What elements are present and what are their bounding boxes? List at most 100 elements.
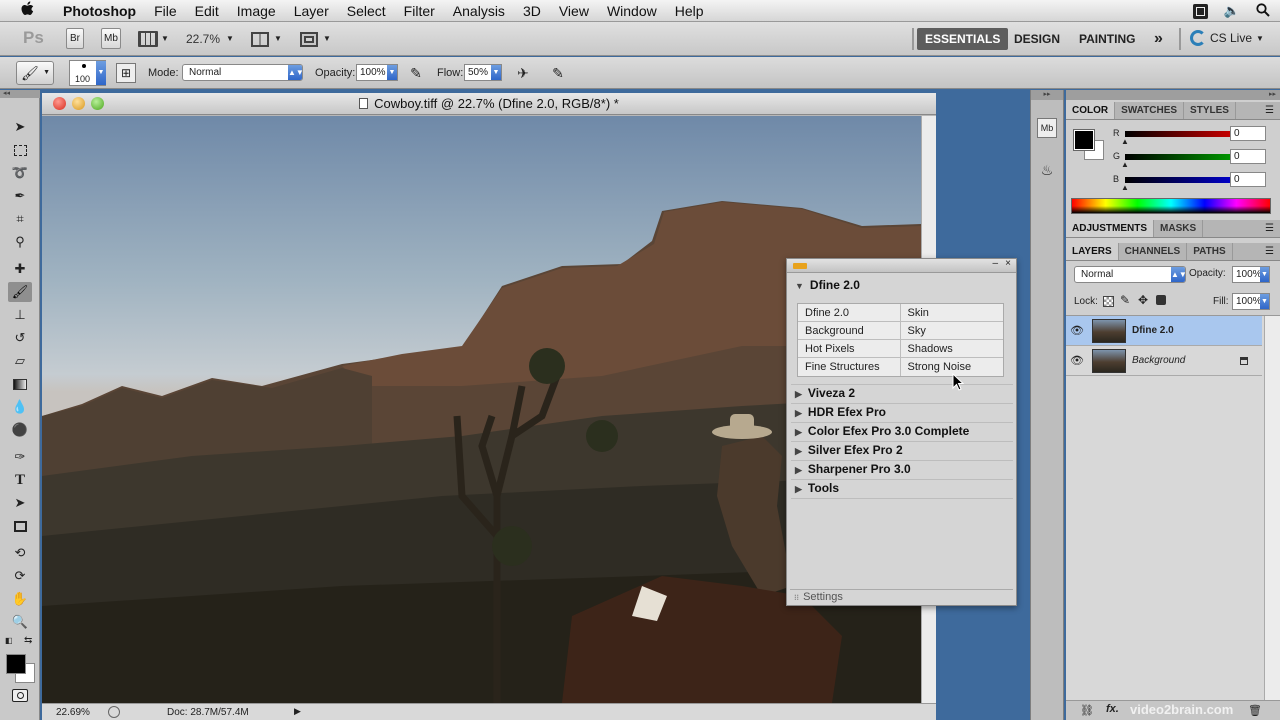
slider-handle-icon[interactable]: ▲ xyxy=(1121,160,1129,169)
tool-preset-picker[interactable]: 🖌 ▼ xyxy=(16,61,54,85)
brush-preset-picker[interactable]: 100 ▼ xyxy=(69,60,106,86)
chevron-down-icon[interactable]: ▼ xyxy=(274,34,282,43)
menu-edit[interactable]: Edit xyxy=(186,0,228,22)
layer-row-dfine[interactable]: 👁 Dfine 2.0 xyxy=(1066,316,1262,346)
dfine-option-button[interactable]: Background xyxy=(798,322,901,339)
path-selection-tool-icon[interactable]: ➤ xyxy=(8,493,32,513)
section-sharpener[interactable]: ▶ Sharpener Pro 3.0 xyxy=(795,462,911,476)
bridge-button[interactable]: Br xyxy=(66,28,84,49)
menu-select[interactable]: Select xyxy=(338,0,395,22)
panel-menu-icon[interactable]: ☰ xyxy=(1265,220,1280,237)
section-silver-efex[interactable]: ▶ Silver Efex Pro 2 xyxy=(795,443,903,457)
eraser-tool-icon[interactable]: ▱ xyxy=(8,351,32,371)
tablet-pressure-opacity-icon[interactable]: ✎ xyxy=(406,63,426,83)
marquee-tool-icon[interactable] xyxy=(8,140,32,160)
tab-paths[interactable]: PATHS xyxy=(1187,243,1233,260)
visibility-eye-icon[interactable]: 👁 xyxy=(1066,354,1088,367)
menu-window[interactable]: Window xyxy=(598,0,666,22)
tab-adjustments[interactable]: ADJUSTMENTS xyxy=(1066,220,1155,237)
delete-layer-icon[interactable]: 🗑 xyxy=(1248,704,1262,717)
mini-bridge-button[interactable]: Mb xyxy=(101,28,121,49)
chevron-down-icon[interactable]: ▼ xyxy=(161,34,169,43)
rectangle-tool-icon[interactable] xyxy=(8,516,32,536)
airbrush-icon[interactable]: ✈ xyxy=(513,63,533,83)
dfine-option-button[interactable]: Dfine 2.0 xyxy=(798,304,901,321)
panel-titlebar[interactable]: – × xyxy=(787,258,1016,273)
pen-tool-icon[interactable]: ✑ xyxy=(8,447,32,467)
flow-field[interactable]: 50% ▼ xyxy=(464,64,502,81)
workspace-painting[interactable]: PAINTING xyxy=(1071,28,1143,50)
panel-menu-icon[interactable]: ☰ xyxy=(1265,102,1280,119)
zoom-percentage-field[interactable]: 22.69% xyxy=(56,707,90,718)
spotlight-search-icon[interactable] xyxy=(1256,2,1270,20)
gradient-tool-icon[interactable] xyxy=(8,374,32,394)
layer-row-background[interactable]: 👁 Background xyxy=(1066,346,1262,376)
tools-panel-header[interactable]: ◂◂ xyxy=(0,90,40,98)
menu-photoshop[interactable]: Photoshop xyxy=(54,0,145,22)
red-value-field[interactable]: 0 xyxy=(1230,126,1266,141)
layer-opacity-field[interactable]: 100% ▼ xyxy=(1232,266,1270,283)
menu-image[interactable]: Image xyxy=(228,0,285,22)
dfine-option-button[interactable]: Skin xyxy=(901,304,1004,321)
mode-select[interactable]: Normal ▲▼ xyxy=(182,64,304,81)
tab-styles[interactable]: STYLES xyxy=(1184,102,1236,119)
settings-button[interactable]: Settings xyxy=(803,591,843,603)
dodge-tool-icon[interactable]: ⚫ xyxy=(8,420,32,440)
tab-swatches[interactable]: SWATCHES xyxy=(1115,102,1185,119)
menu-view[interactable]: View xyxy=(550,0,598,22)
workspace-essentials[interactable]: ESSENTIALS xyxy=(917,28,1009,50)
menu-layer[interactable]: Layer xyxy=(285,0,338,22)
type-tool-icon[interactable]: T xyxy=(8,470,32,490)
color-fg-swatch[interactable] xyxy=(1073,129,1095,151)
history-panel-icon[interactable]: ♨ xyxy=(1037,162,1057,182)
layers-scrollbar[interactable] xyxy=(1264,316,1280,701)
lasso-tool-icon[interactable]: ➰ xyxy=(8,163,32,183)
workspace-overflow-button[interactable]: » xyxy=(1146,28,1171,50)
brush-tool-icon[interactable]: 🖌 xyxy=(8,282,32,302)
link-layers-icon[interactable]: ⛓ xyxy=(1080,704,1094,717)
green-value-field[interactable]: 0 xyxy=(1230,149,1266,164)
arrange-documents-icon[interactable] xyxy=(251,32,269,47)
section-hdr-efex[interactable]: ▶ HDR Efex Pro xyxy=(795,405,886,419)
cs-live-button[interactable]: CS Live ▼ xyxy=(1190,30,1264,46)
layer-style-icon[interactable]: fx. xyxy=(1106,703,1119,715)
fill-field[interactable]: 100% ▼ xyxy=(1232,293,1270,310)
tablet-pressure-size-icon[interactable]: ✎ xyxy=(548,63,568,83)
zoom-tool-icon[interactable]: 🔍 xyxy=(8,612,32,632)
dfine-option-button[interactable]: Sky xyxy=(901,322,1004,339)
section-dfine-header[interactable]: ▼ Dfine 2.0 xyxy=(795,278,860,292)
slider-handle-icon[interactable]: ▲ xyxy=(1121,183,1129,192)
lock-position-icon[interactable]: ✥ xyxy=(1138,293,1148,307)
blend-mode-select[interactable]: Normal ▲▼ xyxy=(1074,266,1187,283)
foreground-color-swatch[interactable] xyxy=(6,654,26,674)
quick-mask-icon[interactable] xyxy=(12,689,28,702)
lock-image-icon[interactable]: ✎ xyxy=(1120,293,1130,307)
spectrum-ramp[interactable] xyxy=(1071,198,1271,214)
grid-menu-icon[interactable] xyxy=(1192,3,1208,19)
healing-brush-tool-icon[interactable]: ✚ xyxy=(8,259,32,279)
section-viveza[interactable]: ▶ Viveza 2 xyxy=(795,386,855,400)
view-extras-button[interactable] xyxy=(138,31,158,47)
crop-tool-icon[interactable]: ⌗ xyxy=(8,209,32,229)
history-brush-tool-icon[interactable]: ↺ xyxy=(8,328,32,348)
screen-mode-icon[interactable] xyxy=(300,32,318,47)
volume-icon[interactable]: 🔈 xyxy=(1224,3,1240,19)
tab-channels[interactable]: CHANNELS xyxy=(1119,243,1188,260)
blur-tool-icon[interactable]: 💧 xyxy=(8,397,32,417)
chevron-down-icon[interactable]: ▼ xyxy=(323,34,331,43)
hand-tool-icon[interactable]: ✋ xyxy=(8,589,32,609)
menu-help[interactable]: Help xyxy=(666,0,713,22)
close-panel-icon[interactable]: × xyxy=(1005,258,1011,269)
3d-orbit-tool-icon[interactable]: ⟳ xyxy=(8,566,32,586)
clone-stamp-tool-icon[interactable]: ⊥ xyxy=(8,305,32,325)
eyedropper-tool-icon[interactable]: ⚲ xyxy=(8,232,32,252)
menu-analysis[interactable]: Analysis xyxy=(444,0,514,22)
tab-color[interactable]: COLOR xyxy=(1066,102,1116,119)
dock-header[interactable]: ▸▸ xyxy=(1031,90,1063,100)
tab-masks[interactable]: MASKS xyxy=(1154,220,1204,237)
menu-filter[interactable]: Filter xyxy=(395,0,444,22)
lock-transparent-icon[interactable] xyxy=(1103,296,1114,307)
workspace-design[interactable]: DESIGN xyxy=(1006,28,1068,50)
menu-file[interactable]: File xyxy=(145,0,186,22)
menu-3d[interactable]: 3D xyxy=(514,0,550,22)
